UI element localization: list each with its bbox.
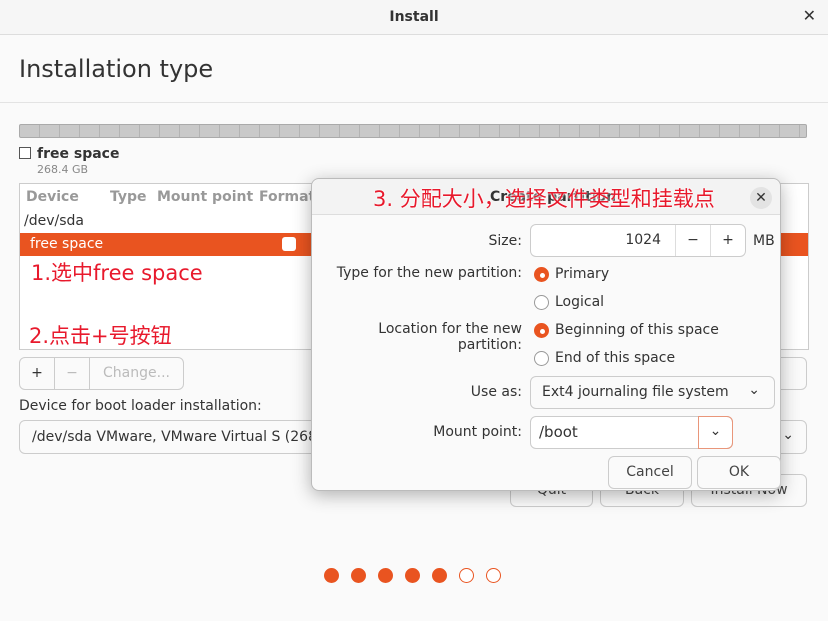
- annotation-2: 2.点击+号按钮: [29, 324, 172, 348]
- radio-end[interactable]: [534, 351, 549, 366]
- format-checkbox[interactable]: [282, 237, 296, 251]
- progress-dot: [405, 568, 420, 583]
- progress-dot-empty: [459, 568, 474, 583]
- annotation-3: 3. 分配大小，选择文件类型和挂载点: [373, 187, 715, 211]
- increment-button[interactable]: +: [710, 225, 745, 256]
- bootloader-label: Device for boot loader installation:: [19, 398, 262, 414]
- add-partition-button[interactable]: +: [20, 358, 55, 389]
- primary-label[interactable]: Primary: [555, 266, 609, 282]
- row-device: free space: [30, 236, 104, 252]
- table-row[interactable]: /dev/sda: [24, 213, 84, 229]
- size-label: Size:: [488, 233, 522, 249]
- progress-dot: [378, 568, 393, 583]
- legend-name: free space: [37, 146, 120, 162]
- radio-primary[interactable]: [534, 267, 549, 282]
- mount-point-input[interactable]: /boot: [539, 423, 578, 441]
- remove-partition-button[interactable]: −: [55, 358, 90, 389]
- legend-swatch: [19, 147, 31, 159]
- use-as-select[interactable]: Ext4 journaling file system ⌄: [530, 376, 775, 409]
- decrement-button[interactable]: −: [675, 225, 710, 256]
- type-label: Type for the new partition:: [336, 265, 522, 281]
- window-title: Install: [389, 9, 439, 25]
- chevron-down-icon: ⌄: [782, 427, 794, 443]
- ok-button[interactable]: OK: [697, 456, 781, 489]
- mount-point-combo: /boot ⌄: [530, 416, 733, 449]
- partition-buttons: + − Change...: [19, 357, 184, 390]
- close-icon[interactable]: ✕: [750, 187, 772, 209]
- col-type[interactable]: Type: [110, 189, 147, 205]
- col-device[interactable]: Device: [26, 189, 79, 205]
- end-label[interactable]: End of this space: [555, 350, 675, 366]
- change-button[interactable]: Change...: [90, 358, 183, 389]
- logical-label[interactable]: Logical: [555, 294, 604, 310]
- size-spinbutton: 1024 − +: [530, 224, 746, 257]
- partition-bar: [19, 124, 807, 138]
- chevron-down-icon: ⌄: [748, 382, 760, 398]
- use-as-value: Ext4 journaling file system: [542, 384, 729, 400]
- mount-point-label: Mount point:: [433, 424, 522, 440]
- create-partition-dialog: Create partition ✕ Size: 1024 − + MB Typ…: [311, 178, 781, 491]
- progress-dot: [351, 568, 366, 583]
- location-label: Location for the new partition:: [378, 321, 522, 353]
- col-mount[interactable]: Mount point: [157, 189, 253, 205]
- page-title: Installation type: [19, 55, 214, 83]
- divider: [0, 102, 828, 103]
- beginning-label[interactable]: Beginning of this space: [555, 322, 719, 338]
- size-unit: MB: [753, 233, 775, 249]
- size-input[interactable]: 1024: [625, 232, 661, 248]
- cancel-button[interactable]: Cancel: [608, 456, 692, 489]
- title-bar: Install ✕: [0, 0, 828, 35]
- close-icon[interactable]: ✕: [803, 6, 816, 25]
- radio-beginning[interactable]: [534, 323, 549, 338]
- radio-logical[interactable]: [534, 295, 549, 310]
- use-as-label: Use as:: [470, 384, 522, 400]
- progress-dot: [432, 568, 447, 583]
- progress-dot: [324, 568, 339, 583]
- chevron-down-icon[interactable]: ⌄: [698, 416, 733, 449]
- annotation-1: 1.选中free space: [31, 261, 203, 285]
- legend-size: 268.4 GB: [37, 163, 89, 176]
- progress-dot-empty: [486, 568, 501, 583]
